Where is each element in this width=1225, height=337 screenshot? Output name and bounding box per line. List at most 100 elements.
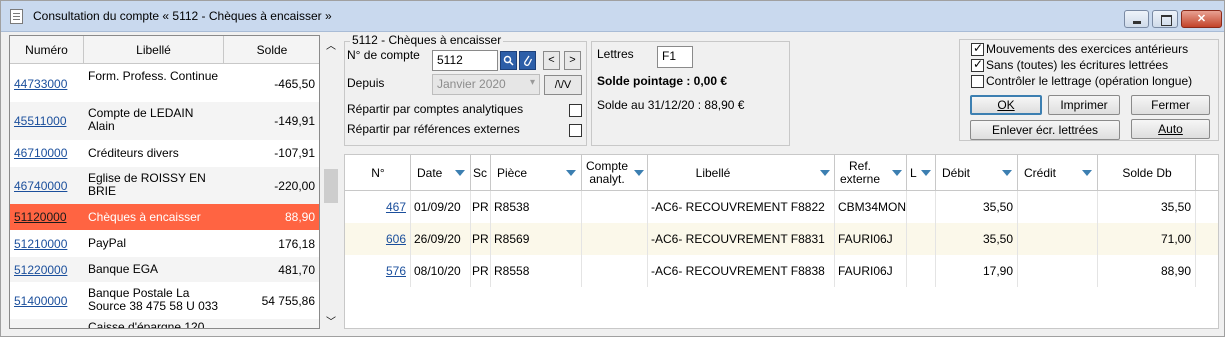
attachment-icon[interactable] <box>519 51 536 70</box>
entry-piece: R8538 <box>491 191 582 223</box>
sort-arrow-icon <box>892 170 902 176</box>
account-number[interactable]: 51710000 <box>14 327 67 328</box>
col-header-ref[interactable]: Ref. externe <box>835 155 907 191</box>
account-label: Compte de LEDAIN Alain <box>88 106 194 133</box>
since-select[interactable]: Janvier 2020 ▾ <box>432 74 540 95</box>
print-button[interactable]: Imprimer <box>1048 95 1120 115</box>
minimize-button[interactable] <box>1124 10 1149 28</box>
entry-solde: 71,00 <box>1098 223 1196 255</box>
account-row[interactable]: 46740000 Eglise de ROISSY EN BRIE -220,0… <box>10 167 319 204</box>
previous-account-button[interactable]: < <box>543 51 560 70</box>
entry-l <box>907 223 936 255</box>
account-balance: 176,18 <box>278 237 315 251</box>
col-header-date[interactable]: Date <box>411 155 471 191</box>
entry-solde: 88,90 <box>1098 255 1196 287</box>
close-window-button[interactable]: ✕ <box>1181 10 1222 28</box>
letters-input[interactable]: F1 <box>657 46 693 68</box>
account-label: PayPal <box>88 236 127 250</box>
account-number[interactable]: 46740000 <box>14 179 67 193</box>
account-row[interactable]: 44733000 Form. Profess. Continue -465,50 <box>10 65 319 102</box>
year-end-balance: Solde au 31/12/20 : 88,90 € <box>597 98 745 112</box>
col-header-libelle[interactable]: Libellé <box>84 36 224 64</box>
col-header-numero[interactable]: Numéro <box>10 36 84 64</box>
table-row[interactable]: 606 26/09/20 PR R8569 -AC6- RECOUVREMENT… <box>345 223 1218 255</box>
entries-header: N° Date Sc Pièce Compte analyt. Libellé … <box>345 155 1218 191</box>
account-balance: 481,70 <box>278 263 315 277</box>
table-row[interactable]: 467 01/09/20 PR R8538 -AC6- RECOUVREMENT… <box>345 191 1218 223</box>
scroll-down-icon[interactable]: ﹀ <box>322 313 340 328</box>
account-label: Banque Postale La Source 38 475 58 U 033 <box>88 286 219 313</box>
analytic-split-checkbox[interactable] <box>569 104 582 117</box>
entry-analyt <box>582 223 648 255</box>
col-header-num[interactable]: N° <box>345 155 411 191</box>
without-lettered-checkbox[interactable] <box>971 57 984 72</box>
nv-button[interactable]: /\/V <box>544 75 582 95</box>
entry-date: 08/10/20 <box>411 255 471 287</box>
col-header-piece[interactable]: Pièce <box>491 155 582 191</box>
sort-arrow-icon <box>455 170 465 176</box>
search-icon[interactable] <box>500 51 517 70</box>
entry-libelle: -AC6- RECOUVREMENT F8838 <box>648 255 835 287</box>
entry-sc: PR <box>471 191 491 223</box>
external-split-checkbox[interactable] <box>569 124 582 137</box>
sort-arrow-icon <box>1082 170 1092 176</box>
col-header-sc[interactable]: Sc <box>471 155 491 191</box>
account-group-legend: 5112 - Chèques à encaisser <box>350 33 504 47</box>
auto-button[interactable]: Auto <box>1131 119 1210 139</box>
table-row[interactable]: 576 08/10/20 PR R8558 -AC6- RECOUVREMENT… <box>345 255 1218 287</box>
accounts-scrollbar[interactable]: ︿ ﹀ <box>322 35 340 329</box>
entry-libelle: -AC6- RECOUVREMENT F8822 <box>648 191 835 223</box>
accounts-header: Numéro Libellé Solde <box>10 36 319 64</box>
account-number[interactable]: 51220000 <box>14 263 67 277</box>
entry-number[interactable]: 467 <box>345 191 411 223</box>
account-row[interactable]: 51400000 Banque Postale La Source 38 475… <box>10 282 319 319</box>
account-row-selected[interactable]: 51120000 Chèques à encaisser 88,90 <box>10 204 319 230</box>
entry-debit: 17,90 <box>936 255 1018 287</box>
check-lettering-label: Contrôler le lettrage (opération longue) <box>986 74 1193 88</box>
scroll-up-icon[interactable]: ︿ <box>322 37 340 52</box>
account-number[interactable]: 44733000 <box>14 77 67 91</box>
remove-lettered-button[interactable]: Enlever écr. lettrées <box>970 120 1120 140</box>
account-number[interactable]: 51210000 <box>14 237 67 251</box>
account-number[interactable]: 45511000 <box>14 114 67 128</box>
check-lettering-checkbox[interactable] <box>971 75 984 88</box>
col-header-solde[interactable]: Solde <box>224 36 319 64</box>
account-number-input[interactable]: 5112 <box>432 50 498 71</box>
entry-ref: FAURI06J <box>835 223 907 255</box>
account-row[interactable]: 51220000 Banque EGA 481,70 <box>10 257 319 282</box>
entry-l <box>907 255 936 287</box>
entry-number[interactable]: 576 <box>345 255 411 287</box>
scroll-thumb[interactable] <box>324 169 338 203</box>
account-label: Chèques à encaisser <box>88 210 201 224</box>
close-button[interactable]: Fermer <box>1131 95 1210 115</box>
col-header-analyt[interactable]: Compte analyt. <box>582 155 648 191</box>
account-row[interactable]: 46710000 Créditeurs divers -107,91 <box>10 140 319 167</box>
prior-years-checkbox[interactable] <box>971 41 984 56</box>
col-header-credit[interactable]: Crédit <box>1018 155 1098 191</box>
col-header-debit[interactable]: Débit <box>936 155 1018 191</box>
pointage-balance: Solde pointage : 0,00 € <box>597 74 728 88</box>
col-header-l[interactable]: L <box>907 155 936 191</box>
next-account-button[interactable]: > <box>564 51 581 70</box>
account-row[interactable]: 51710000 Caisse d'épargne 120 <box>10 319 319 329</box>
col-header-solde[interactable]: Solde Db <box>1098 155 1196 191</box>
account-number[interactable]: 51120000 <box>14 210 67 224</box>
account-row[interactable]: 45511000 Compte de LEDAIN Alain -149,91 <box>10 102 319 140</box>
account-balance: -465,50 <box>274 77 315 91</box>
entry-date: 26/09/20 <box>411 223 471 255</box>
account-row[interactable]: 51210000 PayPal 176,18 <box>10 230 319 257</box>
account-label: Caisse d'épargne 120 <box>88 320 205 329</box>
sort-arrow-icon <box>921 170 931 176</box>
entry-number[interactable]: 606 <box>345 223 411 255</box>
account-label: Créditeurs divers <box>88 146 179 160</box>
external-split-label: Répartir par références externes <box>347 122 520 136</box>
col-header-libelle[interactable]: Libellé <box>648 155 835 191</box>
account-number[interactable]: 51400000 <box>14 294 67 308</box>
account-number-label: N° de compte <box>347 48 420 62</box>
entry-piece: R8558 <box>491 255 582 287</box>
ok-button[interactable]: OK <box>970 95 1042 115</box>
entry-debit: 35,50 <box>936 223 1018 255</box>
account-number[interactable]: 46710000 <box>14 146 67 160</box>
maximize-button[interactable] <box>1152 10 1178 28</box>
entries-grid: N° Date Sc Pièce Compte analyt. Libellé … <box>344 154 1219 329</box>
